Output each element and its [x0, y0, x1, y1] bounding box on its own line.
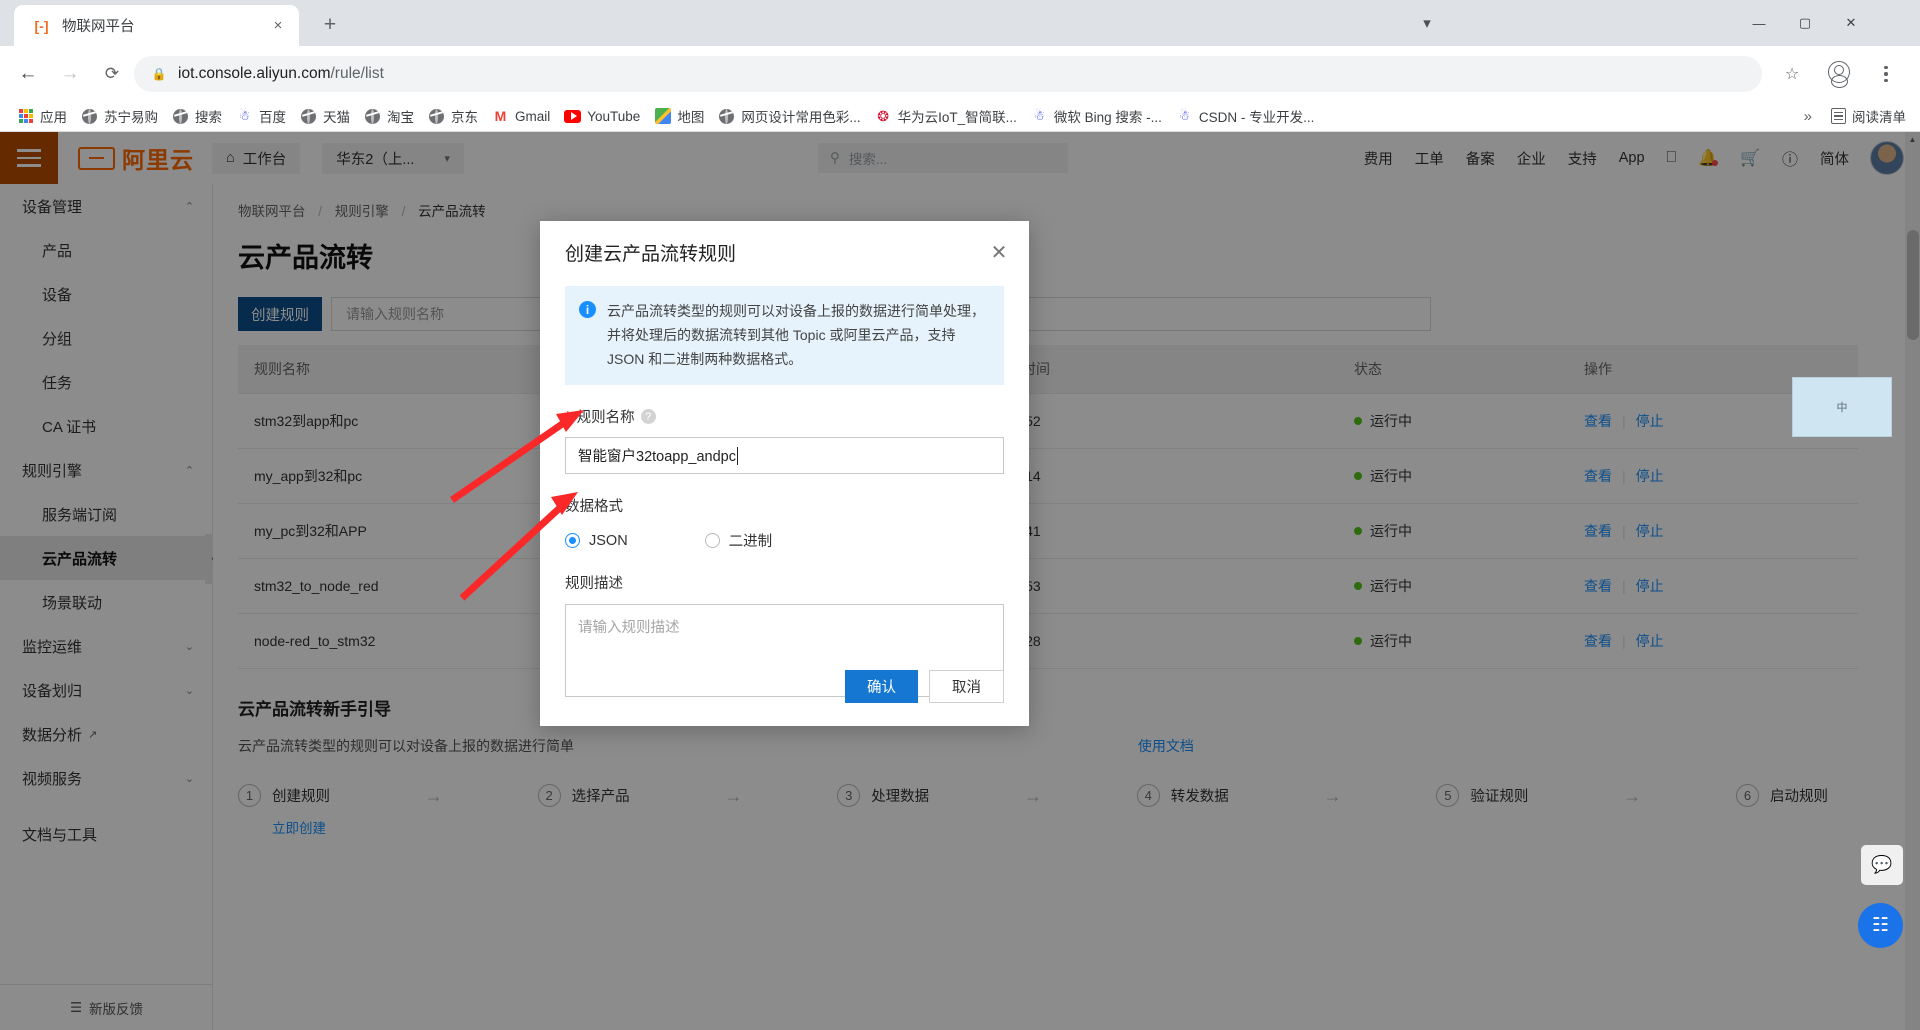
radio-json[interactable]: JSON — [565, 533, 628, 549]
reload-icon[interactable]: ⟳ — [96, 58, 128, 90]
create-rule-modal: 创建云产品流转规则 ✕ i 云产品流转类型的规则可以对设备上报的数据进行简单处理… — [540, 221, 1029, 726]
bookmark-label: Gmail — [515, 108, 551, 124]
bookmark-csdn[interactable]: ☃ CSDN - 专业开发... — [1169, 104, 1322, 128]
reading-list-icon — [1831, 108, 1846, 124]
bookmark-label: 微软 Bing 搜索 -... — [1053, 110, 1162, 125]
globe-icon — [718, 108, 735, 125]
rule-description-label: 规则描述 — [565, 576, 623, 593]
url-text: iot.console.aliyun.com/rule/list — [178, 65, 384, 82]
apps-grid-icon — [17, 108, 34, 125]
maximize-icon[interactable]: ▢ — [1782, 0, 1828, 46]
bookmark-label: 苏宁易购 — [104, 110, 158, 125]
rule-name-value: 智能窗户32toapp_andpc — [578, 449, 736, 466]
huawei-icon: ❂ — [877, 107, 889, 124]
window-close-icon[interactable]: ✕ — [1828, 0, 1874, 46]
browser-tab-strip: [-] 物联网平台 × + ▾ — ▢ ✕ — [0, 0, 1920, 46]
bookmark-label: 京东 — [451, 110, 478, 125]
bookmarks-bar: 应用 苏宁易购 搜索 ☃ 百度 天猫 淘宝 京东 M Gmail YouTube… — [0, 101, 1920, 132]
bookmark-webcolors[interactable]: 网页设计常用色彩... — [711, 104, 867, 128]
baidu-icon: ☃ — [1178, 108, 1191, 123]
floating-video-thumbnail[interactable]: 中 — [1792, 377, 1892, 437]
lock-icon: 🔒 — [151, 67, 167, 81]
chevron-down-icon[interactable]: ▾ — [1404, 0, 1450, 46]
thumbnail-label: 中 — [1836, 402, 1848, 414]
bookmark-label: 华为云IoT_智简联... — [897, 110, 1017, 125]
tab-title: 物联网平台 — [62, 19, 135, 35]
radio-label: 二进制 — [728, 534, 773, 551]
bookmark-label: 百度 — [259, 110, 286, 125]
globe-icon — [172, 108, 189, 125]
bookmark-taobao[interactable]: 淘宝 — [357, 104, 421, 128]
bookmark-bing[interactable]: ☃ 微软 Bing 搜索 -... — [1024, 104, 1169, 128]
radio-indicator — [704, 533, 720, 549]
rule-description-placeholder: 请输入规则描述 — [578, 620, 680, 637]
reading-list-label: 阅读清单 — [1852, 110, 1906, 125]
bookmark-youtube[interactable]: YouTube — [557, 104, 647, 128]
reading-list-button[interactable]: 阅读清单 — [1831, 106, 1906, 126]
globe-icon — [428, 108, 445, 125]
radio-binary[interactable]: 二进制 — [704, 530, 773, 551]
bookmark-label: 应用 — [40, 110, 67, 125]
bookmark-label: YouTube — [587, 108, 641, 124]
data-format-label: 数据格式 — [565, 499, 623, 516]
modal-actions: 确认 取消 — [845, 670, 1004, 703]
forward-icon[interactable]: → — [54, 58, 86, 90]
bookmark-label: 网页设计常用色彩... — [741, 110, 861, 125]
rule-name-label: * 规则名称 ? — [565, 406, 1004, 427]
help-icon: ? — [640, 409, 656, 425]
bookmark-gmail[interactable]: M Gmail — [485, 104, 557, 128]
apps-icon[interactable]: ☷ — [1858, 903, 1903, 948]
modal-title: 创建云产品流转规则 — [565, 244, 737, 265]
bookmark-star-icon[interactable]: ☆ — [1776, 58, 1808, 90]
bookmarks-overflow-icon[interactable]: » — [1804, 108, 1812, 125]
bookmark-jd[interactable]: 京东 — [421, 104, 485, 128]
required-mark: * — [565, 408, 571, 425]
profile-avatar[interactable] — [1824, 57, 1854, 88]
bookmark-label: 天猫 — [323, 110, 350, 125]
bookmark-label: 搜索 — [195, 110, 222, 125]
chat-icon[interactable]: 💬 — [1861, 845, 1903, 885]
radio-label: JSON — [589, 532, 628, 549]
bookmark-apps[interactable]: 应用 — [10, 104, 74, 128]
bookmark-label: 淘宝 — [387, 110, 414, 125]
bookmark-baidu[interactable]: ☃ 百度 — [229, 104, 293, 128]
bookmark-label: CSDN - 专业开发... — [1198, 110, 1315, 125]
globe-icon — [364, 108, 381, 125]
info-banner: i 云产品流转类型的规则可以对设备上报的数据进行简单处理，并将处理后的数据流转到… — [565, 286, 1004, 386]
data-format-radio-group: JSON 二进制 — [565, 530, 1004, 551]
bookmark-suning[interactable]: 苏宁易购 — [74, 104, 165, 128]
baidu-icon: ☃ — [238, 108, 251, 123]
rule-name-input[interactable]: 智能窗户32toapp_andpc — [565, 437, 1004, 475]
minimize-icon[interactable]: — — [1736, 0, 1782, 46]
youtube-icon — [564, 108, 582, 125]
globe-icon — [300, 108, 317, 125]
map-icon — [654, 108, 671, 125]
close-icon[interactable]: × — [267, 15, 289, 37]
gmail-icon: M — [494, 108, 507, 124]
modal-body: i 云产品流转类型的规则可以对设备上报的数据进行简单处理，并将处理后的数据流转到… — [565, 286, 1004, 698]
browser-toolbar: ← → ⟳ 🔒 iot.console.aliyun.com/rule/list… — [0, 46, 1920, 101]
browser-tab[interactable]: [-] 物联网平台 × — [14, 5, 299, 46]
aliyun-iot-icon: [-] — [34, 17, 49, 34]
baidu-icon: ☃ — [1033, 108, 1046, 123]
radio-indicator — [565, 533, 580, 549]
browser-menu-icon[interactable] — [1870, 58, 1902, 90]
close-icon[interactable]: ✕ — [986, 239, 1012, 265]
bookmark-huawei-iot[interactable]: ❂ 华为云IoT_智简联... — [868, 104, 1024, 128]
info-banner-text: 云产品流转类型的规则可以对设备上报的数据进行简单处理，并将处理后的数据流转到其他… — [607, 303, 985, 368]
rule-name-label-text: 规则名称 — [576, 410, 635, 427]
new-tab-button[interactable]: + — [315, 10, 345, 40]
back-icon[interactable]: ← — [12, 58, 44, 90]
bookmark-label: 地图 — [677, 110, 705, 125]
address-bar[interactable]: 🔒 iot.console.aliyun.com/rule/list — [134, 56, 1762, 92]
bookmark-search[interactable]: 搜索 — [165, 104, 229, 128]
info-icon: i — [579, 301, 596, 318]
cancel-button[interactable]: 取消 — [929, 670, 1004, 703]
globe-icon — [81, 108, 98, 125]
confirm-button[interactable]: 确认 — [845, 670, 918, 703]
bookmark-maps[interactable]: 地图 — [647, 104, 711, 128]
bookmark-tmall[interactable]: 天猫 — [293, 104, 357, 128]
